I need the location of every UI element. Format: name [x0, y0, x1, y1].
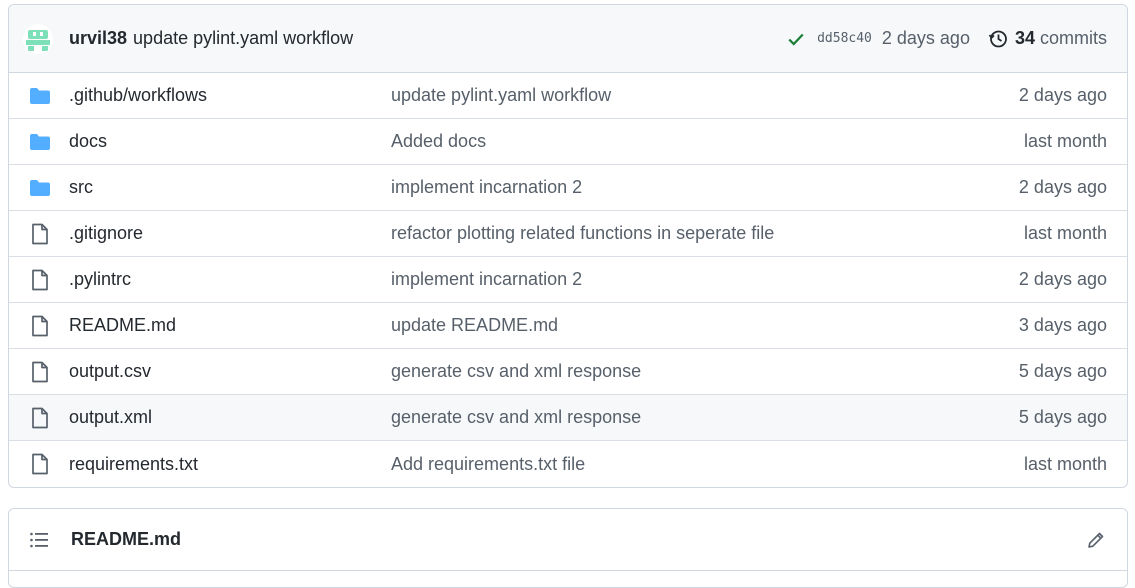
file-row[interactable]: output.csv generate csv and xml response 5…	[9, 349, 1127, 395]
file-commit-message-link[interactable]: refactor plotting related functions in s…	[391, 223, 1024, 244]
file-commit-age: 2 days ago	[1018, 269, 1107, 289]
commit-age: 2 days ago	[881, 28, 970, 48]
folder-icon	[29, 177, 51, 199]
file-commit-message-link[interactable]: implement incarnation 2	[391, 269, 1019, 290]
file-commit-age: last month	[1023, 453, 1107, 474]
file-row[interactable]: README.md update README.md 3 days ago	[9, 303, 1127, 349]
file-row[interactable]: .gitignore refactor plotting related func…	[9, 211, 1127, 257]
table-of-contents-icon[interactable]	[29, 529, 51, 551]
file-icon	[29, 315, 51, 337]
folder-icon	[29, 85, 51, 107]
file-commit-message-link[interactable]: Add requirements.txt file	[391, 454, 1024, 475]
file-commit-age: 5 days ago	[1018, 407, 1107, 427]
file-row[interactable]: docs Added docs last month	[9, 119, 1127, 165]
file-name-link[interactable]: src	[69, 177, 391, 198]
file-icon	[29, 269, 51, 291]
file-name-link[interactable]: README.md	[69, 315, 391, 336]
file-commit-message-link[interactable]: update README.md	[391, 315, 1019, 336]
file-commit-age: 5 days ago	[1018, 361, 1107, 381]
file-commit-age: 2 days ago	[1018, 85, 1107, 105]
commit-author-link[interactable]: urvil38	[69, 28, 127, 49]
file-name-link[interactable]: .gitignore	[69, 223, 391, 244]
file-commit-age: last month	[1023, 131, 1107, 151]
file-commit-message-link[interactable]: generate csv and xml response	[391, 361, 1019, 382]
commit-message-link[interactable]: update pylint.yaml workflow	[133, 28, 353, 49]
file-row[interactable]: output.xml generate csv and xml response 5…	[9, 395, 1127, 441]
file-row[interactable]: .pylintrc implement incarnation 22 days a…	[9, 257, 1127, 303]
file-icon	[29, 361, 51, 383]
history-icon[interactable]	[988, 28, 1010, 50]
avatar-identicon	[23, 23, 53, 54]
file-commit-age: 2 days ago	[1018, 177, 1107, 197]
file-name-link[interactable]: output.csv	[69, 361, 391, 382]
readme-panel: README.md	[8, 508, 1128, 588]
readme-title[interactable]: README.md	[71, 529, 1085, 550]
avatar[interactable]	[23, 23, 53, 54]
file-icon	[29, 407, 51, 429]
file-commit-message-link[interactable]: generate csv and xml response	[391, 407, 1019, 428]
file-name-link[interactable]: output.xml	[69, 407, 391, 428]
file-commit-message-link[interactable]: implement incarnation 2	[391, 177, 1019, 198]
file-row[interactable]: .github/workflows update pylint.yaml work…	[9, 73, 1127, 119]
commits-label[interactable]: commits	[1040, 28, 1107, 49]
readme-header: README.md	[9, 509, 1127, 571]
file-name-link[interactable]: .github/workflows	[69, 85, 391, 106]
file-row[interactable]: requirements.txt Add requirements.txt fil…	[9, 441, 1127, 487]
file-icon	[29, 453, 51, 475]
file-icon	[29, 223, 51, 245]
file-commit-age: last month	[1023, 223, 1107, 243]
file-list: .github/workflows update pylint.yaml work…	[9, 73, 1127, 487]
file-browser: urvil38 update pylint.yaml workflow dd58…	[8, 4, 1128, 488]
file-name-link[interactable]: .pylintrc	[69, 269, 391, 290]
latest-commit-bar: urvil38 update pylint.yaml workflow dd58…	[9, 5, 1127, 73]
commits-count[interactable]: 34	[1015, 28, 1035, 49]
file-row[interactable]: src implement incarnation 22 days ago	[9, 165, 1127, 211]
check-icon[interactable]	[787, 29, 807, 49]
commit-sha-link[interactable]: dd58c40	[817, 31, 872, 46]
file-commit-message-link[interactable]: Added docs	[391, 131, 1024, 152]
file-commit-age: 3 days ago	[1018, 315, 1107, 335]
file-name-link[interactable]: docs	[69, 131, 391, 152]
file-name-link[interactable]: requirements.txt	[69, 454, 391, 475]
folder-icon	[29, 131, 51, 153]
file-commit-message-link[interactable]: update pylint.yaml workflow	[391, 85, 1019, 106]
pencil-icon[interactable]	[1085, 529, 1107, 551]
